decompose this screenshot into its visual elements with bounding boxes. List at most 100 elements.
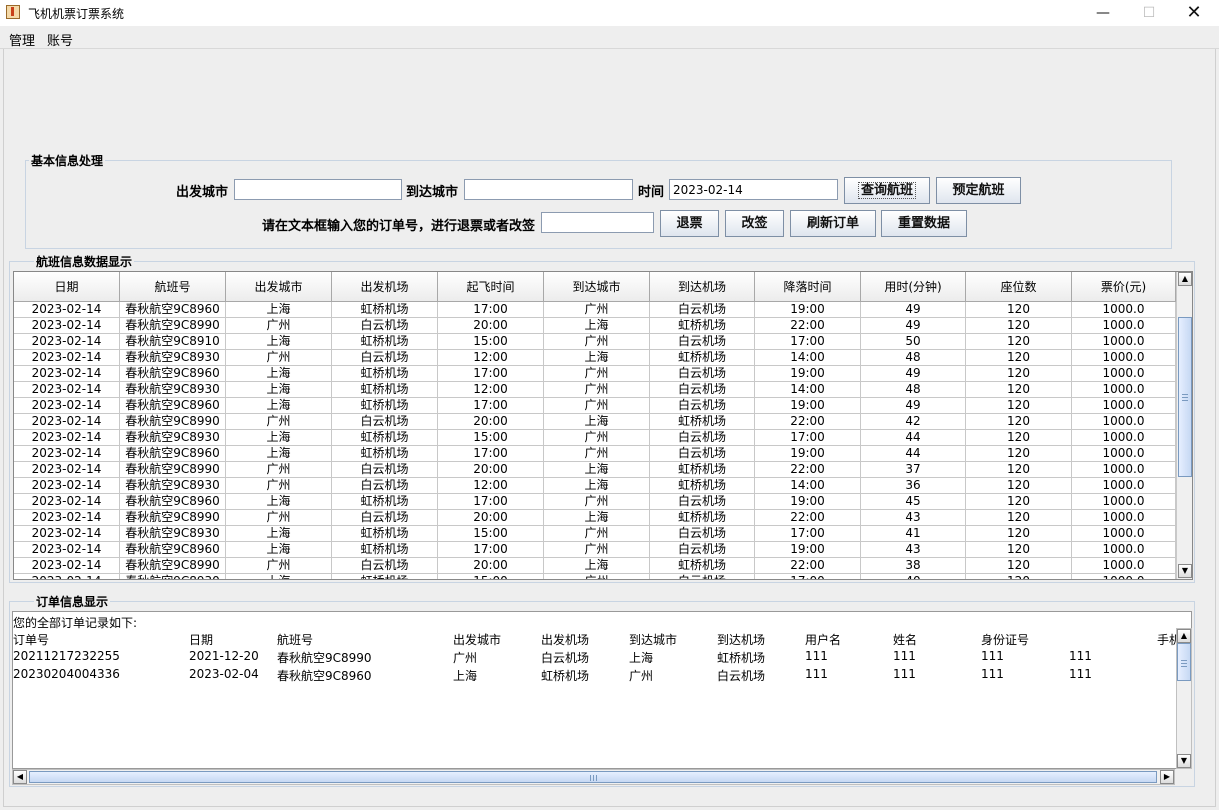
refund-button[interactable]: 退票 bbox=[660, 210, 719, 237]
table-cell: 2023-02-14 bbox=[14, 366, 120, 382]
minimize-button[interactable]: — bbox=[1080, 0, 1126, 26]
scroll-down-arrow[interactable]: ▼ bbox=[1177, 754, 1191, 768]
table-cell: 广州 bbox=[544, 382, 650, 398]
table-cell: 2023-02-14 bbox=[14, 510, 120, 526]
table-cell: 上海 bbox=[226, 574, 332, 579]
thumb-grip bbox=[1181, 663, 1187, 664]
order-column-header: 出发城市 bbox=[453, 633, 502, 647]
table-cell: 14:00 bbox=[755, 350, 861, 366]
table-row[interactable]: 2023-02-14 春秋航空9C8930 广州 白云机场 12:00 上海 虹桥机场 14:… bbox=[14, 478, 1176, 494]
table-cell: 19:00 bbox=[755, 366, 861, 382]
column-header[interactable]: 日期 bbox=[14, 272, 120, 302]
scroll-left-arrow[interactable]: ◀ bbox=[13, 770, 27, 784]
table-row[interactable]: 2023-02-14 春秋航空9C8990 广州 白云机场 20:00 上海 虹桥机场 22:… bbox=[14, 462, 1176, 478]
table-cell: 48 bbox=[861, 350, 966, 366]
table-row[interactable]: 2023-02-14春秋航空9C8930上海虹桥机场15:00广州白云机场17:… bbox=[14, 430, 1176, 446]
orders-vertical-scrollbar[interactable]: ▲ ▼ bbox=[1176, 628, 1192, 769]
table-cell: 1000.0 bbox=[1072, 478, 1176, 494]
orders-horizontal-scrollbar[interactable]: ◀ ▶ bbox=[12, 769, 1175, 785]
order-cell: 虹桥机场 bbox=[717, 651, 766, 665]
column-header[interactable]: 出发城市 bbox=[226, 272, 332, 302]
table-cell: 白云机场 bbox=[332, 350, 438, 366]
table-row[interactable]: 2023-02-14 春秋航空9C8960 上海 虹桥机场 17:00 广州 白云机场 19:… bbox=[14, 494, 1176, 510]
to-city-input[interactable] bbox=[464, 179, 633, 200]
table-row[interactable]: 2023-02-14 春秋航空9C8990 广州 白云机场 20:00 上海 虹桥机场 22:… bbox=[14, 318, 1176, 334]
orders-scroll-thumb[interactable] bbox=[1177, 643, 1191, 681]
book-flight-button[interactable]: 预定航班 bbox=[936, 177, 1021, 204]
table-cell: 广州 bbox=[544, 366, 650, 382]
column-header[interactable]: 起飞时间 bbox=[438, 272, 544, 302]
table-row[interactable]: 2023-02-14 春秋航空9C8990 广州 白云机场 20:00 上海 虹桥机场 22:… bbox=[14, 510, 1176, 526]
table-cell: 2023-02-14 bbox=[14, 542, 120, 558]
menu-account[interactable]: 账号 bbox=[47, 30, 73, 49]
column-header[interactable]: 座位数 bbox=[966, 272, 1072, 302]
table-cell: 春秋航空9C8930 bbox=[120, 382, 226, 398]
table-cell: 2023-02-14 bbox=[14, 478, 120, 494]
table-cell: 广州 bbox=[544, 494, 650, 510]
table-row[interactable]: 2023-02-14 春秋航空9C8960 上海 虹桥机场 17:00 广州 白云机场 19:… bbox=[14, 542, 1176, 558]
table-cell: 17:00 bbox=[438, 366, 544, 382]
orders-hscroll-thumb[interactable] bbox=[29, 771, 1157, 783]
flights-table-body: 2023-02-14 春秋航空9C8960 上海 虹桥机场 17:00 广州 白云机场 19:… bbox=[14, 302, 1176, 579]
column-header[interactable]: 用时(分钟) bbox=[861, 272, 966, 302]
table-cell: 120 bbox=[966, 558, 1072, 574]
scroll-up-arrow[interactable]: ▲ bbox=[1177, 629, 1191, 643]
order-column-header: 身份证号 bbox=[981, 633, 1030, 647]
menu-manage[interactable]: 管理 bbox=[9, 30, 35, 49]
maximize-button[interactable]: ☐ bbox=[1126, 0, 1172, 26]
table-row[interactable]: 2023-02-14 春秋航空9C8990 广州 白云机场 20:00 上海 虹桥机场 22:… bbox=[14, 414, 1176, 430]
table-cell: 19:00 bbox=[755, 542, 861, 558]
table-cell: 2023-02-14 bbox=[14, 350, 120, 366]
table-row[interactable]: 2023-02-14 春秋航空9C8960 上海 虹桥机场 17:00 广州 白云机场 19:… bbox=[14, 302, 1176, 318]
table-cell: 白云机场 bbox=[650, 542, 755, 558]
query-flight-button[interactable]: 查询航班 bbox=[844, 177, 930, 204]
from-city-input[interactable] bbox=[234, 179, 402, 200]
order-cell: 广州 bbox=[629, 669, 654, 683]
change-ticket-button[interactable]: 改签 bbox=[725, 210, 784, 237]
table-row[interactable]: 2023-02-14 春秋航空9C8930 广州 白云机场 12:00 上海 虹桥机场 14:… bbox=[14, 350, 1176, 366]
table-cell: 广州 bbox=[544, 302, 650, 318]
table-row[interactable]: 2023-02-14 春秋航空9C8960 上海 虹桥机场 17:00 广州 白云机场 19:… bbox=[14, 398, 1176, 414]
basic-info-title: 基本信息处理 bbox=[29, 152, 106, 169]
order-cell: 2021-12-20 bbox=[189, 649, 259, 663]
column-header[interactable]: 出发机场 bbox=[332, 272, 438, 302]
reset-data-button[interactable]: 重置数据 bbox=[881, 210, 967, 237]
table-cell: 白云机场 bbox=[650, 446, 755, 462]
table-row[interactable]: 2023-02-14 春秋航空9C8960 上海 虹桥机场 17:00 广州 白云机场 19:… bbox=[14, 366, 1176, 382]
order-cell: 111 bbox=[893, 649, 916, 663]
table-row[interactable]: 2023-02-14春秋航空9C8930上海虹桥机场15:00广州白云机场17:… bbox=[14, 526, 1176, 542]
column-header[interactable]: 降落时间 bbox=[755, 272, 861, 302]
table-row[interactable]: 2023-02-14 春秋航空9C8960 上海 虹桥机场 17:00 广州 白云机场 19:… bbox=[14, 446, 1176, 462]
order-cell: 20230204004336 bbox=[13, 667, 120, 681]
table-cell: 45 bbox=[861, 494, 966, 510]
flights-scroll-thumb[interactable] bbox=[1178, 317, 1192, 477]
table-cell: 虹桥机场 bbox=[332, 382, 438, 398]
table-cell: 22:00 bbox=[755, 414, 861, 430]
time-input[interactable] bbox=[669, 179, 838, 200]
table-row[interactable]: 2023-02-14 春秋航空9C8910 上海 虹桥机场 15:00 广州 白云机场 17:… bbox=[14, 334, 1176, 350]
table-cell: 2023-02-14 bbox=[14, 446, 120, 462]
scroll-up-arrow[interactable]: ▲ bbox=[1178, 272, 1192, 286]
table-cell: 上海 bbox=[226, 398, 332, 414]
scroll-right-arrow[interactable]: ▶ bbox=[1160, 770, 1174, 784]
close-button[interactable]: ✕ bbox=[1171, 0, 1217, 26]
table-cell: 虹桥机场 bbox=[332, 334, 438, 350]
column-header[interactable]: 票价(元) bbox=[1072, 272, 1176, 302]
table-row[interactable]: 2023-02-14 春秋航空9C8930 上海 虹桥机场 12:00 广州 白云机场 14:… bbox=[14, 382, 1176, 398]
order-cell: 春秋航空9C8990 bbox=[277, 651, 372, 665]
order-cell: 虹桥机场 bbox=[541, 669, 590, 683]
table-row[interactable]: 2023-02-14春秋航空9C8930上海虹桥机场15:00广州白云机场17:… bbox=[14, 574, 1176, 579]
column-header[interactable]: 到达机场 bbox=[650, 272, 755, 302]
table-cell: 2023-02-14 bbox=[14, 398, 120, 414]
scroll-down-arrow[interactable]: ▼ bbox=[1178, 564, 1192, 578]
column-header[interactable]: 到达城市 bbox=[544, 272, 650, 302]
flights-vertical-scrollbar[interactable]: ▲ ▼ bbox=[1176, 272, 1192, 579]
orders-text-area[interactable]: 您的全部订单记录如下: 订单号 日期 航班号 出发城市 出发机场 到达城市 到达机场 用户名 姓… bbox=[12, 611, 1192, 769]
table-cell: 广州 bbox=[544, 334, 650, 350]
table-cell: 春秋航空9C8930 bbox=[120, 430, 226, 446]
table-cell: 虹桥机场 bbox=[332, 494, 438, 510]
table-row[interactable]: 2023-02-14 春秋航空9C8990 广州 白云机场 20:00 上海 虹桥机场 22:… bbox=[14, 558, 1176, 574]
order-number-input[interactable] bbox=[541, 212, 654, 233]
refresh-orders-button[interactable]: 刷新订单 bbox=[790, 210, 876, 237]
column-header[interactable]: 航班号 bbox=[120, 272, 226, 302]
